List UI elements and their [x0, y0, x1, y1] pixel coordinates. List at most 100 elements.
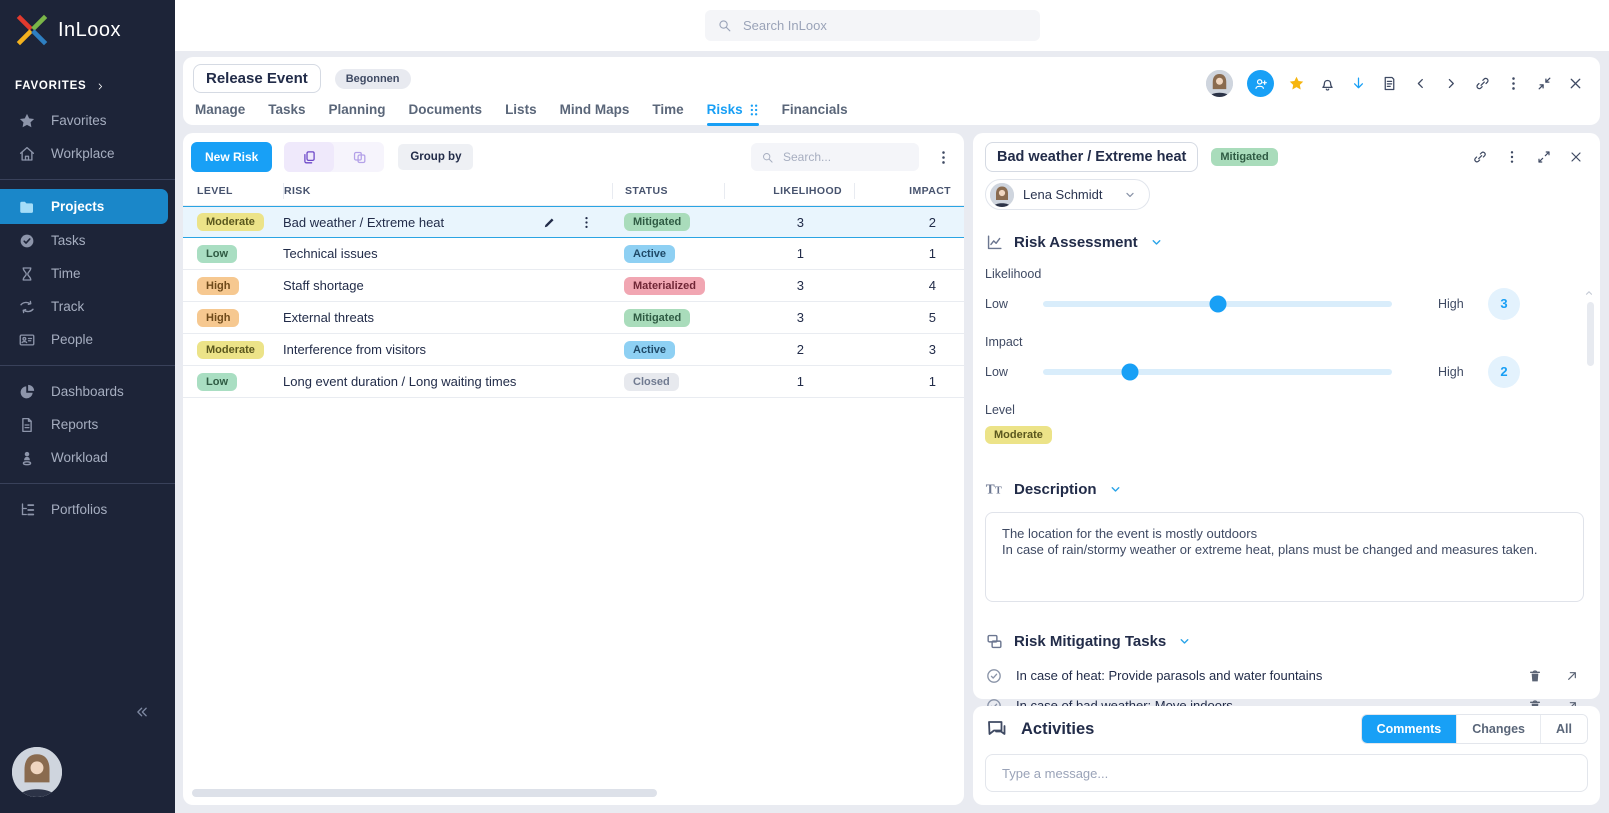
duplicate-view-button[interactable] [334, 142, 384, 172]
filter-comments-button[interactable]: Comments [1361, 715, 1457, 743]
inloox-logo: InLoox [0, 0, 175, 46]
impact-slider-thumb[interactable] [1121, 363, 1139, 380]
member-avatar[interactable] [1206, 70, 1233, 97]
status-badge: Materialized [624, 276, 705, 295]
sidebar-item-reports[interactable]: Reports [0, 408, 175, 441]
risk-row[interactable]: Moderate Bad weather / Extreme heat Mitiga… [183, 206, 964, 238]
tab-tasks[interactable]: Tasks [268, 102, 305, 126]
message-box[interactable] [985, 754, 1588, 792]
edit-risk-icon[interactable] [542, 215, 557, 230]
sidebar-item-dashboards[interactable]: Dashboards [0, 375, 175, 408]
likelihood-slider-thumb[interactable] [1209, 295, 1226, 312]
navigate-back-icon[interactable] [1412, 75, 1429, 92]
risk-row[interactable]: High Staff shortage Materialized 3 4 [183, 270, 964, 302]
notifications-bell-icon[interactable] [1319, 75, 1336, 92]
mitigating-tasks-heading: Risk Mitigating Tasks [1014, 632, 1167, 650]
navigate-forward-icon[interactable] [1443, 75, 1460, 92]
risk-search[interactable] [751, 143, 919, 171]
global-search[interactable] [705, 10, 1040, 41]
download-icon[interactable] [1350, 75, 1367, 92]
risk-row[interactable]: Low Technical issues Active 1 1 [183, 238, 964, 270]
sidebar-item-favorites[interactable]: Favorites [0, 104, 175, 137]
copy-link-icon[interactable] [1474, 75, 1491, 92]
risk-row[interactable]: Low Long event duration / Long waiting ti… [183, 366, 964, 398]
global-search-input[interactable] [741, 17, 1028, 34]
tab-risks[interactable]: Risks [706, 102, 759, 126]
likelihood-slider[interactable] [1043, 295, 1392, 312]
close-project-icon[interactable] [1567, 75, 1584, 92]
column-header-level[interactable]: LEVEL [183, 183, 283, 199]
risk-name: Staff shortage [283, 278, 364, 293]
add-member-button[interactable] [1247, 70, 1274, 97]
risk-assessment-section-header: Risk Assessment [985, 233, 1584, 252]
portfolios-icon [18, 501, 36, 519]
tab-planning[interactable]: Planning [329, 102, 386, 126]
favorites-section-header[interactable]: FAVORITES [15, 80, 175, 92]
collapse-section-icon[interactable] [1109, 483, 1122, 496]
sidebar-item-label: Time [51, 266, 81, 281]
vertical-scrollbar-thumb[interactable] [1587, 301, 1594, 366]
text-icon: TT [985, 480, 1004, 499]
likelihood-max-label: High [1438, 296, 1464, 311]
tab-documents[interactable]: Documents [409, 102, 483, 126]
column-header-impact[interactable]: IMPACT [854, 182, 964, 199]
impact-cell: 2 [928, 214, 936, 230]
filter-changes-button[interactable]: Changes [1456, 715, 1541, 743]
risk-search-input[interactable] [781, 149, 909, 165]
copy-view-button[interactable] [284, 142, 335, 172]
collapse-section-icon[interactable] [1150, 236, 1163, 249]
expand-panel-icon[interactable] [1536, 149, 1552, 165]
row-options-icon[interactable] [579, 215, 594, 230]
column-header-risk[interactable]: RISK [283, 182, 612, 199]
tab-time[interactable]: Time [652, 102, 683, 126]
tab-lists[interactable]: Lists [505, 102, 537, 126]
copy-link-icon[interactable] [1472, 149, 1488, 165]
sidebar-item-track[interactable]: Track [0, 290, 175, 323]
sidebar-item-people[interactable]: People [0, 323, 175, 356]
star-icon [18, 112, 36, 130]
horizontal-scrollbar-thumb[interactable] [192, 789, 657, 797]
sidebar-item-tasks[interactable]: Tasks [0, 224, 175, 257]
column-header-status[interactable]: STATUS [612, 182, 724, 199]
likelihood-cell: 3 [796, 214, 804, 230]
close-panel-icon[interactable] [1568, 149, 1584, 165]
tab-financials[interactable]: Financials [782, 102, 848, 126]
tab-drag-handle-icon[interactable] [749, 103, 759, 117]
chat-icon [985, 717, 1009, 741]
risk-row[interactable]: Moderate Interference from visitors Active… [183, 334, 964, 366]
more-options-icon[interactable] [1505, 75, 1522, 92]
risk-owner-select[interactable]: Lena Schmidt [985, 179, 1150, 210]
message-input[interactable] [1000, 764, 1573, 782]
description-text[interactable]: The location for the event is mostly out… [985, 511, 1584, 602]
risk-row[interactable]: High External threats Mitigated 3 5 [183, 302, 964, 334]
project-title[interactable]: Release Event [193, 64, 321, 93]
sidebar-item-time[interactable]: Time [0, 257, 175, 290]
column-header-likelihood[interactable]: LIKELIHOOD [724, 182, 854, 199]
impact-cell: 3 [928, 342, 936, 357]
scroll-up-icon[interactable] [1584, 288, 1594, 298]
filter-all-button[interactable]: All [1540, 715, 1587, 743]
sidebar-item-portfolios[interactable]: Portfolios [0, 493, 175, 526]
tab-mind-maps[interactable]: Mind Maps [560, 102, 630, 126]
favorite-star-icon[interactable] [1288, 75, 1305, 92]
new-risk-button[interactable]: New Risk [191, 142, 273, 172]
sidebar-item-workplace[interactable]: Workplace [0, 137, 175, 170]
risk-table-body: Moderate Bad weather / Extreme heat Mitiga… [183, 206, 964, 398]
check-circle-icon[interactable] [985, 667, 1003, 685]
mitigating-task-row[interactable]: In case of heat: Provide parasols and wa… [985, 661, 1584, 691]
collapse-section-icon[interactable] [1178, 635, 1191, 648]
user-avatar[interactable] [12, 747, 62, 797]
sidebar-item-projects[interactable]: Projects [0, 189, 168, 224]
group-by-button[interactable]: Group by [398, 144, 474, 170]
risk-title[interactable]: Bad weather / Extreme heat [985, 142, 1199, 172]
list-options-icon[interactable] [935, 149, 952, 166]
sidebar-collapse-icon[interactable] [133, 703, 151, 721]
notes-document-icon[interactable] [1381, 75, 1398, 92]
collapse-view-icon[interactable] [1536, 75, 1553, 92]
sidebar-item-workload[interactable]: Workload [0, 441, 175, 474]
impact-slider[interactable] [1043, 363, 1392, 380]
tab-manage[interactable]: Manage [195, 102, 245, 126]
delete-task-icon[interactable] [1527, 668, 1543, 684]
open-task-icon[interactable] [1564, 668, 1580, 684]
more-options-icon[interactable] [1504, 149, 1520, 165]
